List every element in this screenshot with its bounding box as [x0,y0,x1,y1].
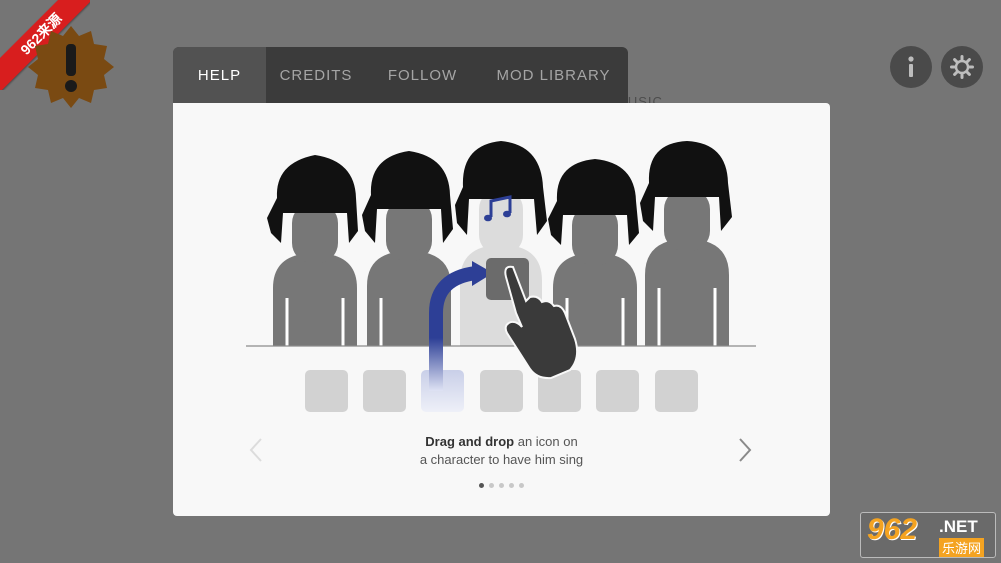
tab-follow[interactable]: FOLLOW [366,47,479,103]
chevron-right-icon[interactable] [737,437,753,463]
page-dot-3[interactable] [499,483,504,488]
tab-help[interactable]: HELP [173,47,266,103]
help-caption: Drag and drop an icon on a character to … [173,433,830,469]
page-dot-4[interactable] [509,483,514,488]
tab-mod-library[interactable]: MOD LIBRARY [479,47,628,103]
site-watermark: 962 .NET 乐游网 [860,512,996,558]
watermark-domain: .NET [939,517,978,536]
icon-slots [305,370,698,412]
caption-bold: Drag and drop [425,434,515,449]
watermark-sub: 乐游网 [939,538,985,557]
info-icon [908,56,914,77]
icon-slot-4[interactable] [480,370,523,412]
gear-icon [950,55,974,79]
character-1[interactable] [267,155,358,346]
icon-slot-1[interactable] [305,370,348,412]
page-dot-1[interactable] [479,483,484,488]
icon-slot-7[interactable] [655,370,698,412]
page-dot-2[interactable] [489,483,494,488]
page-indicator [173,483,830,488]
tab-credits[interactable]: CREDITS [266,47,366,103]
caption-line2: a character to have him sing [419,452,584,467]
exclamation-badge-icon[interactable] [28,24,114,110]
icon-slot-2[interactable] [363,370,406,412]
icon-slot-6[interactable] [596,370,639,412]
help-panel: Drag and drop an icon on a character to … [173,103,830,516]
tab-bar: HELP CREDITS FOLLOW MOD LIBRARY [173,47,628,103]
help-illustration [246,141,756,412]
settings-button[interactable] [941,46,983,88]
chevron-left-icon[interactable] [248,437,264,463]
info-button[interactable] [890,46,932,88]
page-dot-5[interactable] [519,483,524,488]
watermark-number: 962 [867,513,918,546]
character-5[interactable] [640,141,732,346]
caption-rest: an icon on [514,434,578,449]
